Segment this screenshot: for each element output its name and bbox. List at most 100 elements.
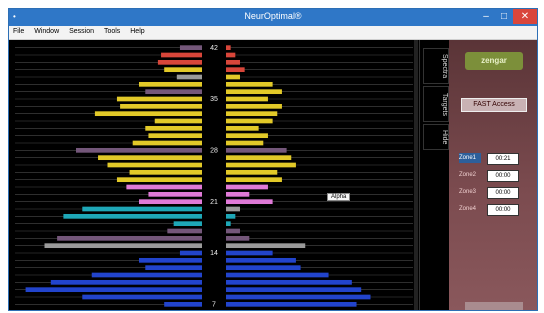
bar-left bbox=[179, 45, 202, 51]
maximize-button[interactable]: □ bbox=[495, 9, 513, 24]
menu-help[interactable]: Help bbox=[126, 26, 148, 35]
bar-right bbox=[226, 243, 306, 249]
close-button[interactable]: ✕ bbox=[513, 9, 537, 24]
zone1-label: Zone1 bbox=[459, 153, 481, 163]
menu-file[interactable]: File bbox=[9, 26, 28, 35]
menu-tools[interactable]: Tools bbox=[100, 26, 124, 35]
tab-hide[interactable]: Hide bbox=[423, 124, 449, 150]
center-column bbox=[202, 40, 226, 310]
bar-right bbox=[226, 67, 245, 73]
bar-right bbox=[226, 235, 250, 241]
control-panel: zengar FAST Access Zone1 00:21 Zone2 00:… bbox=[449, 40, 537, 310]
bar-left bbox=[98, 155, 202, 161]
bar-right bbox=[226, 59, 240, 65]
bar-right bbox=[226, 228, 240, 234]
frequency-label: 21 bbox=[210, 199, 218, 206]
frequency-label: 7 bbox=[212, 302, 216, 309]
fast-access-button[interactable]: FAST Access bbox=[461, 98, 527, 112]
side-tabs: Spectra Targets Hide bbox=[419, 40, 450, 310]
bar-right bbox=[226, 45, 231, 51]
menu-bar: File Window Session Tools Help bbox=[9, 26, 537, 40]
frequency-label: 35 bbox=[210, 96, 218, 103]
bar-right bbox=[226, 118, 273, 124]
bar-right bbox=[226, 206, 240, 212]
bar-left bbox=[76, 147, 202, 153]
bar-right bbox=[226, 147, 287, 153]
bar-left bbox=[116, 177, 202, 183]
bar-right bbox=[226, 250, 273, 256]
zone1-value[interactable]: 00:21 bbox=[487, 153, 519, 165]
tooltip: Alpha bbox=[327, 193, 351, 201]
bar-right bbox=[226, 103, 282, 109]
bar-right bbox=[226, 169, 278, 175]
bar-left bbox=[173, 221, 202, 227]
bar-left bbox=[82, 294, 202, 300]
bar-right bbox=[226, 177, 282, 183]
bar-right bbox=[226, 155, 292, 161]
bar-left bbox=[145, 89, 202, 95]
bar-right bbox=[226, 89, 282, 95]
bar-right bbox=[226, 294, 371, 300]
bar-left bbox=[107, 162, 202, 168]
bar-left bbox=[120, 103, 202, 109]
menu-window[interactable]: Window bbox=[30, 26, 63, 35]
bar-left bbox=[148, 133, 202, 139]
bar-left bbox=[25, 287, 202, 293]
bar-left bbox=[154, 118, 202, 124]
zone4-value[interactable]: 00:00 bbox=[487, 204, 519, 216]
bar-right bbox=[226, 133, 268, 139]
bar-right bbox=[226, 81, 273, 87]
bar-right bbox=[226, 111, 278, 117]
bar-right bbox=[226, 74, 240, 80]
bar-right bbox=[226, 52, 236, 58]
zone3-value[interactable]: 00:00 bbox=[487, 187, 519, 199]
window-title: NeurOptimal® bbox=[244, 11, 302, 21]
bar-right bbox=[226, 287, 362, 293]
bar-right bbox=[226, 257, 296, 263]
bar-right bbox=[226, 191, 250, 197]
bar-right bbox=[226, 213, 236, 219]
bar-left bbox=[94, 111, 202, 117]
frequency-label: 28 bbox=[210, 148, 218, 155]
title-bar[interactable]: • NeurOptimal® – □ ✕ bbox=[9, 9, 537, 26]
tab-spectra[interactable]: Spectra bbox=[423, 48, 449, 84]
menu-session[interactable]: Session bbox=[65, 26, 98, 35]
bar-right bbox=[226, 265, 301, 271]
panel-bottom-button[interactable] bbox=[465, 302, 523, 310]
bar-left bbox=[63, 213, 203, 219]
bar-right bbox=[226, 301, 357, 307]
bar-left bbox=[179, 250, 202, 256]
bar-left bbox=[164, 67, 202, 73]
bar-left bbox=[139, 199, 202, 205]
bar-left bbox=[167, 228, 202, 234]
scrollbar[interactable] bbox=[414, 40, 418, 311]
bar-left bbox=[161, 52, 202, 58]
bar-left bbox=[157, 59, 202, 65]
bar-left bbox=[126, 184, 202, 190]
bar-left bbox=[50, 279, 202, 285]
bar-right bbox=[226, 96, 268, 102]
tab-targets[interactable]: Targets bbox=[423, 86, 449, 122]
bar-left bbox=[145, 265, 202, 271]
bar-left bbox=[139, 81, 202, 87]
bar-left bbox=[176, 74, 202, 80]
bar-left bbox=[57, 235, 202, 241]
bar-left bbox=[148, 191, 202, 197]
spectrum-chart: 42 35 28 21 14 7 bbox=[15, 40, 418, 311]
bar-left bbox=[91, 272, 202, 278]
frequency-label: 14 bbox=[210, 250, 218, 257]
zone2-label: Zone2 bbox=[459, 172, 477, 178]
bar-left bbox=[164, 301, 202, 307]
minimize-button[interactable]: – bbox=[477, 9, 495, 24]
bar-left bbox=[132, 140, 202, 146]
bar-right bbox=[226, 221, 231, 227]
bar-right bbox=[226, 162, 296, 168]
bar-left bbox=[116, 96, 202, 102]
zengar-logo: zengar bbox=[465, 52, 523, 70]
bar-right bbox=[226, 272, 329, 278]
bar-left bbox=[82, 206, 202, 212]
zone2-value[interactable]: 00:00 bbox=[487, 170, 519, 182]
bar-left bbox=[139, 257, 202, 263]
bar-right bbox=[226, 140, 264, 146]
bar-right bbox=[226, 184, 268, 190]
